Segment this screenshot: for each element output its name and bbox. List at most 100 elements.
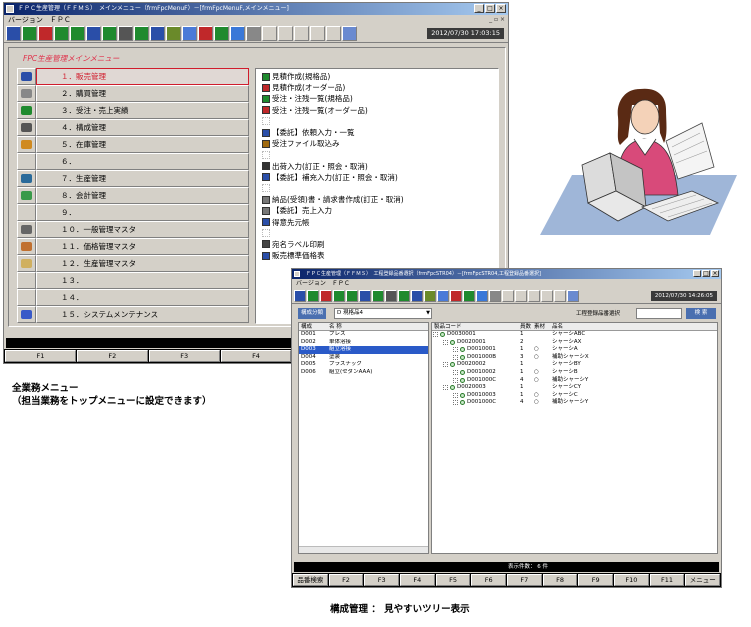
toolbar-button-icon[interactable] <box>278 26 293 41</box>
category-item-6[interactable]: ６． <box>17 153 249 170</box>
submenu-item-10[interactable]: 【委託】補充入力(訂正・照会・取消) <box>262 172 492 183</box>
fkey-1[interactable]: F1 <box>5 350 76 362</box>
toolbar-button-icon[interactable] <box>411 289 423 302</box>
toolbar-button-icon[interactable] <box>294 26 309 41</box>
category-item-2[interactable]: ２．購買管理 <box>17 85 249 102</box>
toolbar-button-icon[interactable] <box>541 289 553 302</box>
toolbar-button-icon[interactable] <box>118 26 133 41</box>
tree-node[interactable]: D001000B 3 ○ 補助シャーシX <box>432 354 717 362</box>
tree-node[interactable]: D0010001 1 ○ シャーシA <box>432 346 717 354</box>
fkey-9[interactable]: F9 <box>578 574 614 586</box>
toolbar-button-icon[interactable] <box>528 289 540 302</box>
toolbar-button-icon[interactable] <box>214 26 229 41</box>
category-item-7[interactable]: ７．生産管理 <box>17 170 249 187</box>
toolbar-button-icon[interactable] <box>70 26 85 41</box>
toolbar-button-icon[interactable] <box>246 26 261 41</box>
minimize-button[interactable]: _ <box>474 4 484 13</box>
category-item-14[interactable]: １４． <box>17 289 249 306</box>
toolbar-button-icon[interactable] <box>359 289 371 302</box>
table-row[interactable]: D001 プレス <box>299 331 428 339</box>
submenu-item-4[interactable]: 受注・注残一覧(オーダー品) <box>262 105 492 116</box>
submenu-item-1[interactable]: 見積作成(規格品) <box>262 71 492 82</box>
toolbar-button-icon[interactable] <box>398 289 410 302</box>
toolbar-button-icon[interactable] <box>38 26 53 41</box>
structure-version-menu[interactable]: バージョン ＦＰＣ <box>296 280 350 287</box>
toolbar-button-icon[interactable] <box>372 289 384 302</box>
tree-column-header[interactable]: 製品コード <box>434 323 462 331</box>
toolbar-button-icon[interactable] <box>230 26 245 41</box>
toolbar-button-icon[interactable] <box>307 289 319 302</box>
fkey-1[interactable]: 品番検索 <box>293 574 328 586</box>
close-button[interactable]: × <box>496 4 506 13</box>
toolbar-button-icon[interactable] <box>385 289 397 302</box>
column-header[interactable]: 構成 <box>299 323 327 330</box>
toolbar-button-icon[interactable] <box>310 26 325 41</box>
tree-node[interactable]: D0020002 1 シャーシBY <box>432 361 717 369</box>
toolbar-button-icon[interactable] <box>463 289 475 302</box>
category-item-11[interactable]: １１．価格管理マスタ <box>17 238 249 255</box>
tree-node[interactable]: D0030001 1 シャーシABC <box>432 331 717 339</box>
submenu-item-6[interactable]: 【委託】依頼入力・一覧 <box>262 127 492 138</box>
fkey-8[interactable]: F8 <box>542 574 578 586</box>
fkey-5[interactable]: F5 <box>435 574 471 586</box>
search-input[interactable] <box>636 308 682 319</box>
toolbar-button-icon[interactable] <box>294 289 306 302</box>
tree-node[interactable]: D001000C 4 ○ 補助シャーシY <box>432 377 717 385</box>
toolbar-button-icon[interactable] <box>198 26 213 41</box>
toolbar-button-icon[interactable] <box>515 289 527 302</box>
category-item-5[interactable]: ５．在庫管理 <box>17 136 249 153</box>
category-item-1[interactable]: １．販売管理 <box>17 68 249 85</box>
category-item-12[interactable]: １２．生産管理マスタ <box>17 255 249 272</box>
column-header[interactable]: 名 称 <box>327 323 427 330</box>
toolbar-button-icon[interactable] <box>476 289 488 302</box>
toolbar-button-icon[interactable] <box>320 289 332 302</box>
fkey-6[interactable]: F6 <box>471 574 507 586</box>
search-button[interactable]: 検 索 <box>686 308 716 319</box>
fkey-11[interactable]: F11 <box>649 574 685 586</box>
toolbar-button-icon[interactable] <box>424 289 436 302</box>
fkey-2[interactable]: F2 <box>76 350 148 362</box>
toolbar-button-icon[interactable] <box>450 289 462 302</box>
version-menu[interactable]: バージョン ＦＰＣ <box>8 16 71 24</box>
fkey-3[interactable]: F3 <box>364 574 400 586</box>
table-row[interactable]: D006 組立(セダンAAA) <box>299 369 428 377</box>
toolbar-button-icon[interactable] <box>262 26 277 41</box>
table-row[interactable]: D004 塗装 <box>299 354 428 362</box>
submenu-item-9[interactable]: 出荷入力(訂正・照会・取消) <box>262 161 492 172</box>
fkey-10[interactable]: F10 <box>614 574 649 586</box>
toolbar-button-icon[interactable] <box>86 26 101 41</box>
category-item-4[interactable]: ４．構成管理 <box>17 119 249 136</box>
toolbar-button-icon[interactable] <box>333 289 345 302</box>
toolbar-button-icon[interactable] <box>342 26 357 41</box>
category-item-10[interactable]: １０．一般管理マスタ <box>17 221 249 238</box>
toolbar-button-icon[interactable] <box>6 26 21 41</box>
toolbar-button-icon[interactable] <box>437 289 449 302</box>
tree-node[interactable]: D0020003 1 シャーシCY <box>432 384 717 392</box>
submenu-item-7[interactable]: 受注ファイル取込み <box>262 138 492 149</box>
submenu-item-12[interactable]: 納品(受領)書・請求書作成(訂正・取消) <box>262 194 492 205</box>
structure-maximize-button[interactable]: □ <box>702 270 710 277</box>
toolbar-button-icon[interactable] <box>489 289 501 302</box>
table-row[interactable]: D003 組立溶接 <box>299 346 428 354</box>
toolbar-button-icon[interactable] <box>22 26 37 41</box>
table-row[interactable]: D005 プラスチック <box>299 361 428 369</box>
maximize-button[interactable]: □ <box>485 4 495 13</box>
toolbar-button-icon[interactable] <box>150 26 165 41</box>
tree-node[interactable]: D0020001 2 シャーシAX <box>432 339 717 347</box>
submenu-item-14[interactable]: 得意先元帳 <box>262 216 492 227</box>
submenu-item-3[interactable]: 受注・注残一覧(規格品) <box>262 93 492 104</box>
category-item-8[interactable]: ８．会計管理 <box>17 187 249 204</box>
toolbar-button-icon[interactable] <box>182 26 197 41</box>
fkey-4[interactable]: F4 <box>400 574 435 586</box>
toolbar-button-icon[interactable] <box>134 26 149 41</box>
toolbar-button-icon[interactable] <box>567 289 579 302</box>
horizontal-scrollbar[interactable] <box>299 546 428 553</box>
toolbar-button-icon[interactable] <box>326 26 341 41</box>
tree-node[interactable]: D0010002 1 ○ シャーシB <box>432 369 717 377</box>
structure-close-button[interactable]: × <box>711 270 719 277</box>
toolbar-button-icon[interactable] <box>102 26 117 41</box>
toolbar-button-icon[interactable] <box>54 26 69 41</box>
category-item-3[interactable]: ３．受注・売上実績 <box>17 102 249 119</box>
category-item-15[interactable]: １５．システムメンテナンス <box>17 306 249 323</box>
submenu-item-17[interactable]: 販売標準価格表 <box>262 250 492 261</box>
